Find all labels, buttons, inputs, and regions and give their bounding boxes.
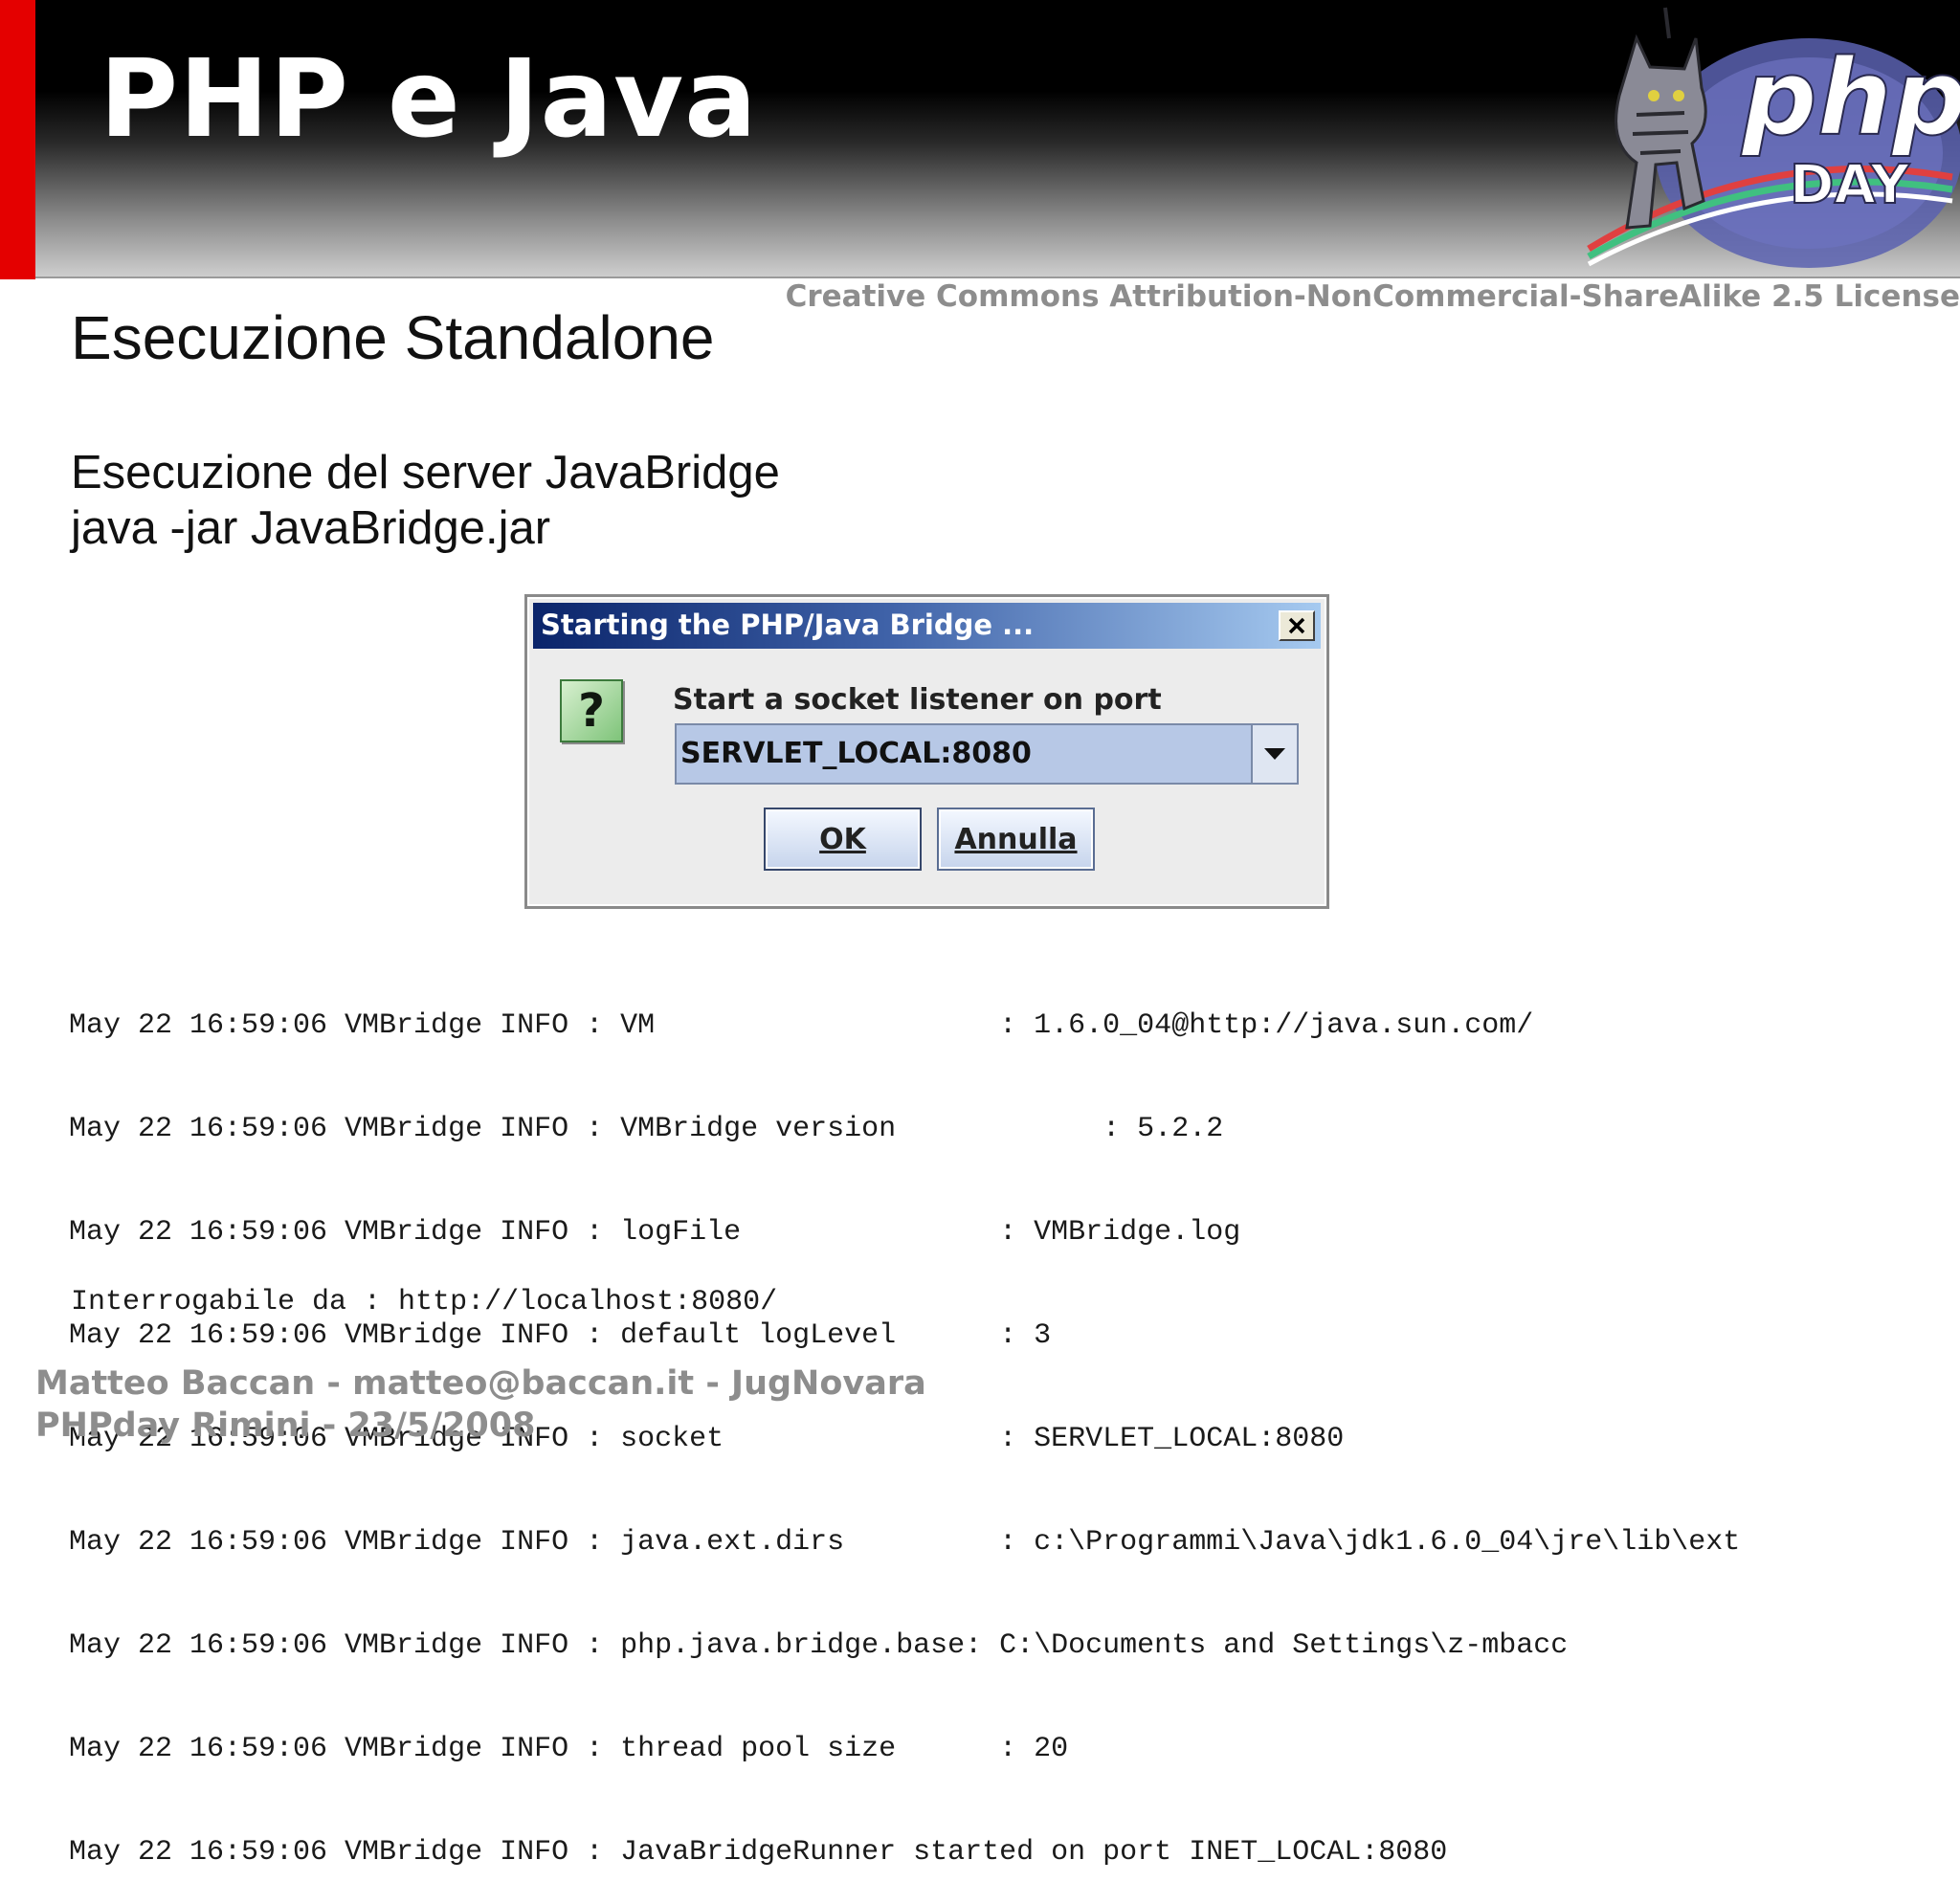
cancel-button[interactable]: Annulla bbox=[937, 808, 1095, 871]
log-line: May 22 16:59:06 VMBridge INFO : VMBridge… bbox=[69, 1113, 1224, 1145]
query-url-line: Interrogabile da : http://localhost:8080… bbox=[71, 1286, 778, 1318]
question-icon: ? bbox=[560, 679, 623, 742]
log-line: May 22 16:59:06 VMBridge INFO : thread p… bbox=[69, 1733, 1069, 1765]
close-icon bbox=[1288, 617, 1305, 634]
body-line-2: java -jar JavaBridge.jar bbox=[71, 502, 551, 554]
close-button[interactable] bbox=[1279, 610, 1315, 641]
log-line: May 22 16:59:06 VMBridge INFO : logFile … bbox=[69, 1216, 1241, 1249]
log-line: May 22 16:59:06 VMBridge INFO : php.java… bbox=[69, 1629, 1569, 1662]
slide-title: PHP e Java bbox=[100, 37, 758, 162]
log-line: May 22 16:59:06 VMBridge INFO : JavaBrid… bbox=[69, 1836, 1448, 1869]
footer-author: Matteo Baccan - matteo@baccan.it - JugNo… bbox=[35, 1364, 926, 1403]
logo-day-text: DAY bbox=[1790, 154, 1910, 216]
dialog-prompt: Start a socket listener on port bbox=[673, 683, 1162, 717]
bridge-start-dialog: Starting the PHP/Java Bridge ... ? Start… bbox=[524, 594, 1329, 909]
log-line: May 22 16:59:06 VMBridge INFO : default … bbox=[69, 1319, 1052, 1352]
chevron-down-icon bbox=[1264, 748, 1285, 760]
phpday-logo: php DAY bbox=[1587, 7, 1960, 268]
port-combobox[interactable]: SERVLET_LOCAL:8080 bbox=[675, 723, 1299, 785]
log-line: May 22 16:59:06 VMBridge INFO : java.ext… bbox=[69, 1526, 1741, 1559]
red-accent-bar bbox=[0, 0, 35, 279]
dialog-titlebar[interactable]: Starting the PHP/Java Bridge ... bbox=[533, 603, 1321, 649]
license-text: Creative Commons Attribution-NonCommerci… bbox=[785, 279, 1960, 314]
combobox-dropdown-button[interactable] bbox=[1251, 725, 1297, 783]
body-line-1: Esecuzione del server JavaBridge bbox=[71, 447, 780, 498]
dialog-title: Starting the PHP/Java Bridge ... bbox=[541, 609, 1035, 641]
ok-button[interactable]: OK bbox=[764, 808, 922, 871]
cat-icon bbox=[1615, 7, 1707, 230]
footer-event: PHPday Rimini - 23/5/2008 bbox=[35, 1406, 536, 1445]
log-line: May 22 16:59:06 VMBridge INFO : VM : 1.6… bbox=[69, 1009, 1534, 1042]
logo-php-text: php bbox=[1740, 36, 1960, 159]
slide-subtitle: Esecuzione Standalone bbox=[71, 303, 715, 372]
port-combobox-value: SERVLET_LOCAL:8080 bbox=[680, 737, 1032, 770]
